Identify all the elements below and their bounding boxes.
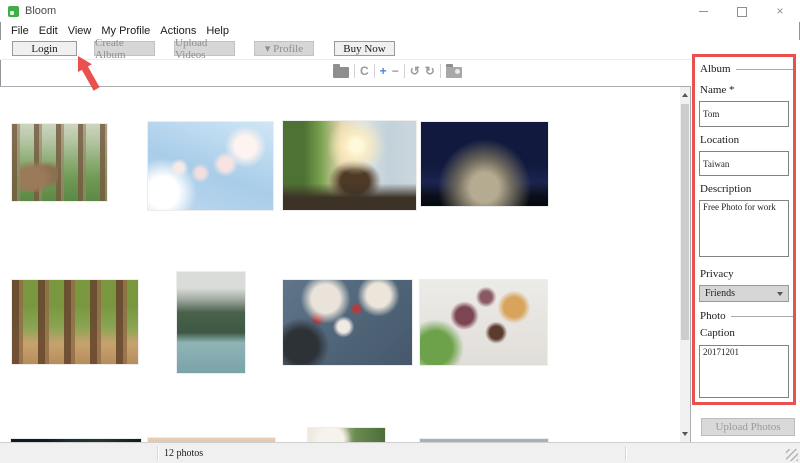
maximize-icon[interactable] (736, 5, 748, 17)
privacy-selected-value: Friends (705, 288, 735, 299)
photo-deer-in-forest[interactable] (12, 124, 107, 201)
toolbar-separator (404, 64, 405, 78)
status-left-cell (0, 443, 157, 463)
status-divider (625, 446, 626, 461)
minimize-icon[interactable] (698, 5, 710, 17)
upload-videos-button[interactable]: Upload Videos (174, 41, 235, 56)
caption-label: Caption (700, 327, 735, 339)
app-icon (8, 6, 19, 17)
button-toolbar: Login Create Album Upload Videos ▾ Profile B… (0, 40, 800, 60)
bloom-app-window: { "window": { "title": "Bloom" }, "menu_… (0, 0, 800, 463)
window-title: Bloom (25, 5, 56, 17)
photo-folder-icon[interactable] (333, 67, 349, 78)
chevron-down-icon (777, 292, 783, 296)
title-bar: Bloom × (0, 0, 800, 22)
album-panel: Album Name * Location Description Free P… (691, 59, 800, 442)
location-input[interactable] (699, 151, 789, 176)
location-label: Location (700, 134, 739, 146)
vertical-scrollbar[interactable] (680, 87, 690, 442)
privacy-select[interactable]: Friends (699, 285, 789, 302)
zoom-out-icon[interactable]: − (392, 63, 399, 79)
zoom-in-icon[interactable]: + (380, 63, 387, 79)
name-label: Name * (700, 84, 735, 96)
status-bar: 12 photos (0, 442, 800, 463)
refresh-icon[interactable]: C (360, 63, 369, 79)
close-icon[interactable]: × (774, 5, 786, 17)
photo-forest-lake[interactable] (177, 272, 245, 373)
menu-edit[interactable]: Edit (34, 24, 63, 38)
toolbar-separator (440, 64, 441, 78)
open-folder-icon[interactable] (446, 67, 462, 78)
toolbar-separator (354, 64, 355, 78)
scrollbar-thumb[interactable] (681, 104, 689, 340)
toolbar-separator (374, 64, 375, 78)
caption-textarea[interactable]: 20171201 (699, 345, 789, 398)
login-button[interactable]: Login (12, 41, 77, 56)
buy-now-button[interactable]: Buy Now (334, 41, 395, 56)
photo-count-label: 12 photos (158, 443, 625, 463)
menu-file[interactable]: File (6, 24, 34, 38)
name-input[interactable] (699, 101, 789, 127)
photo-mountain-at-night[interactable] (421, 122, 548, 206)
scroll-down-icon[interactable] (680, 426, 690, 442)
photo-flowers-photo-partial[interactable] (308, 428, 385, 442)
create-album-button[interactable]: Create Album (94, 41, 155, 56)
photo-group-label: Photo (700, 310, 795, 322)
resize-grip-icon[interactable] (786, 449, 798, 461)
description-textarea[interactable]: Free Photo for work (699, 200, 789, 257)
privacy-label: Privacy (700, 268, 734, 280)
rotate-right-icon[interactable]: ↻ (425, 63, 435, 79)
photo-woman-at-sunset[interactable] (283, 121, 416, 210)
menu-view[interactable]: View (63, 24, 97, 38)
photo-grid (0, 86, 691, 442)
photo-tree-lined-path[interactable] (12, 280, 138, 364)
photo-breakfast-table[interactable] (420, 280, 547, 365)
profile-button[interactable]: ▾ Profile (254, 41, 314, 56)
window-controls: × (698, 0, 794, 22)
upload-photos-button[interactable]: Upload Photos (701, 418, 795, 436)
photo-cherry-blossoms[interactable] (148, 122, 273, 210)
scroll-up-icon[interactable] (680, 87, 690, 103)
photo-dessert-flatlay[interactable] (283, 280, 412, 365)
album-group-label: Album (700, 63, 795, 75)
rotate-left-icon[interactable]: ↺ (410, 63, 420, 79)
description-label: Description (700, 183, 751, 195)
icon-toolbar: C +−↺ ↻ (333, 61, 462, 81)
